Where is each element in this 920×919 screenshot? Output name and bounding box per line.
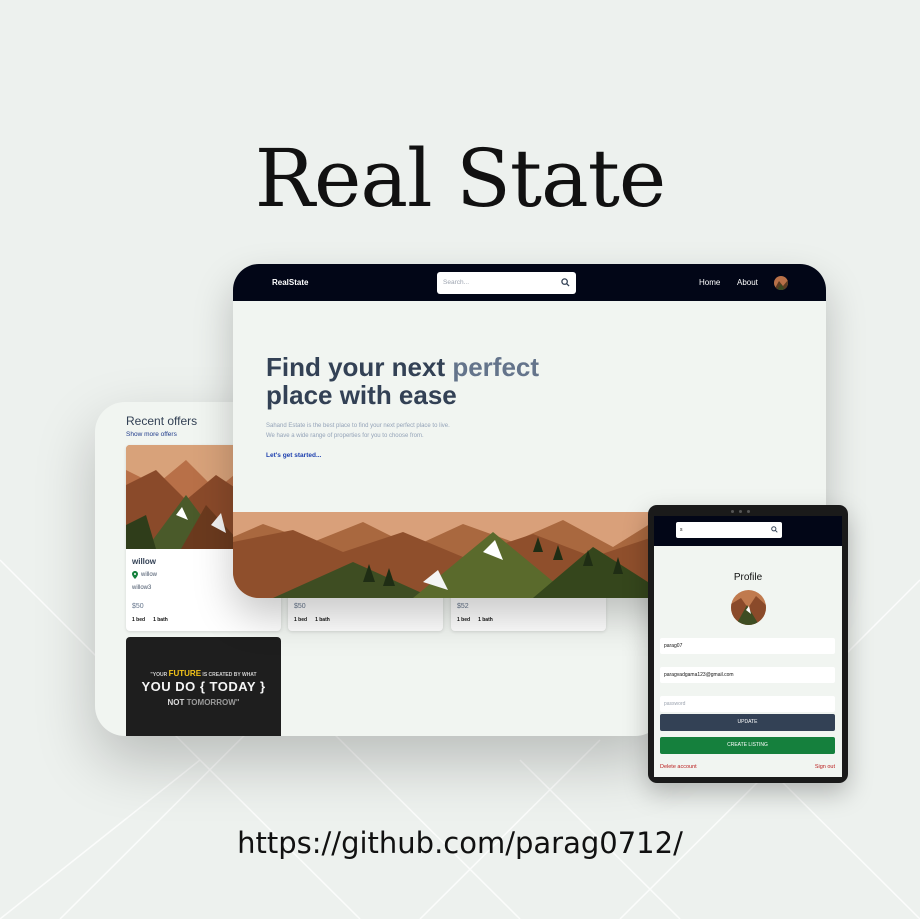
tablet-screen: s Profile parag07 paragvadgama123@gmail.…: [654, 516, 842, 777]
tablet-search-value: s: [680, 527, 683, 533]
listing-features: 1 bed 1 bath: [457, 617, 493, 623]
hero-heading: Find your next perfect place with ease: [266, 353, 606, 409]
listing-features: 1 bed 1 bath: [132, 617, 168, 623]
tablet-device: s Profile parag07 paragvadgama123@gmail.…: [648, 505, 848, 783]
search-icon[interactable]: [771, 526, 778, 533]
update-button[interactable]: UPDATE: [660, 714, 835, 731]
listing-name: willow: [132, 557, 156, 566]
username-field[interactable]: parag07: [660, 638, 835, 654]
hero-heading-text: Find your next: [266, 352, 453, 382]
brand-logo[interactable]: RealState: [272, 278, 308, 287]
search-input[interactable]: Search...: [437, 272, 576, 294]
quote-text: IS CREATED BY WHAT: [201, 672, 257, 678]
listing-price: $50: [132, 603, 144, 610]
hero-subtitle: Sahand Estate is the best place to find …: [266, 421, 450, 441]
quote-line-2: YOU DO { TODAY }: [141, 679, 266, 694]
listing-beds: 1 bed: [132, 617, 146, 623]
quote-highlight: FUTURE: [168, 669, 202, 678]
quote-text: TOMORROW": [186, 698, 240, 707]
quote-line-1: "YOUR FUTURE IS CREATED BY WHAT: [126, 669, 281, 678]
show-more-offers-link[interactable]: Show more offers: [126, 431, 177, 438]
listing-price: $52: [457, 603, 469, 610]
hero-subtitle-line: Sahand Estate is the best place to find …: [266, 423, 450, 429]
profile-title: Profile: [733, 572, 763, 583]
listing-location: willow: [132, 571, 157, 579]
listing-beds: 1 bed: [457, 617, 471, 623]
tablet-search-input[interactable]: s: [676, 522, 782, 538]
search-placeholder: Search...: [443, 279, 470, 286]
quote-listing-card[interactable]: "YOUR FUTURE IS CREATED BY WHAT YOU DO {…: [126, 637, 281, 736]
profile-avatar[interactable]: [731, 590, 766, 625]
tablet-navbar: s: [654, 516, 842, 546]
user-avatar[interactable]: [774, 276, 788, 290]
create-listing-button[interactable]: CREATE LISTING: [660, 737, 835, 754]
nav-home-link[interactable]: Home: [699, 278, 720, 287]
get-started-link[interactable]: Let's get started...: [266, 452, 321, 459]
github-link[interactable]: https://github.com/parag0712/: [0, 826, 920, 860]
listing-beds: 1 bed: [294, 617, 308, 623]
listing-features: 1 bed 1 bath: [294, 617, 330, 623]
password-field[interactable]: password: [660, 696, 835, 712]
tablet-camera: [731, 510, 750, 513]
listing-price: $50: [294, 603, 306, 610]
hero-heading-accent: perfect: [452, 352, 540, 382]
hero-heading-text: place with ease: [266, 380, 457, 410]
listing-description: willow3: [132, 585, 152, 591]
hero-subtitle-line: We have a wide range of properties for y…: [266, 433, 424, 439]
quote-line-3: NOT TOMORROW": [126, 698, 281, 707]
sign-out-link[interactable]: Sign out: [815, 764, 835, 770]
email-field[interactable]: paragvadgama123@gmail.com: [660, 667, 835, 683]
listing-baths: 1 bath: [315, 617, 330, 623]
quote-text: NOT: [167, 698, 187, 707]
nav-about-link[interactable]: About: [737, 278, 758, 287]
search-icon[interactable]: [561, 278, 570, 287]
listing-baths: 1 bath: [478, 617, 493, 623]
navbar: RealState Search... Home About: [233, 264, 826, 301]
listing-location-text: willow: [141, 572, 158, 578]
location-pin-icon: [132, 571, 138, 579]
listing-baths: 1 bath: [153, 617, 168, 623]
recent-offers-heading: Recent offers: [126, 414, 198, 428]
quote-text: "YOUR: [150, 672, 169, 678]
poster-title: Real State: [254, 132, 666, 225]
delete-account-link[interactable]: Delete account: [660, 764, 697, 770]
